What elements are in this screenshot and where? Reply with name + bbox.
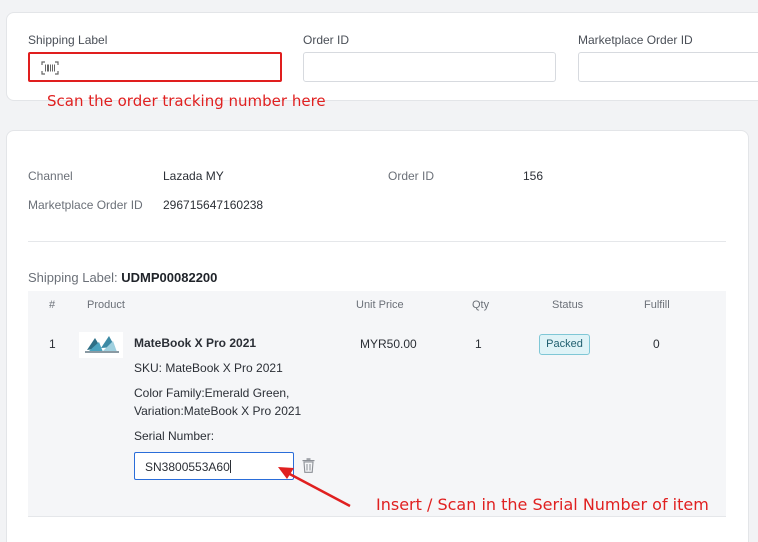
col-header-fulfill: Fulfill: [644, 299, 670, 311]
scan-tracking-annotation: Scan the order tracking number here: [47, 92, 326, 110]
section-divider: [28, 241, 726, 242]
shipping-label-heading: Shipping Label: UDMP00082200: [28, 270, 217, 285]
shipping-label-field-label: Shipping Label: [28, 33, 108, 47]
row-index: 1: [49, 337, 56, 351]
col-header-index: #: [49, 299, 56, 311]
product-name[interactable]: MateBook X Pro 2021: [134, 336, 256, 350]
serial-number-value: SN3800553A60: [145, 460, 230, 474]
marketplace-order-id-value: 296715647160238: [163, 198, 264, 212]
row-fulfill: 0: [653, 337, 660, 351]
product-variant-color: Color Family:Emerald Green,: [134, 386, 290, 400]
row-unit-price: MYR50.00: [360, 337, 417, 351]
text-caret: [229, 460, 231, 473]
order-id-value: 156: [523, 169, 544, 183]
annotation-arrow-icon: [278, 467, 351, 508]
scan-serial-annotation: Insert / Scan in the Serial Number of it…: [376, 495, 709, 514]
col-header-status: Status: [552, 299, 584, 311]
shipping-label-heading-value: UDMP00082200: [121, 270, 218, 285]
channel-label: Channel: [28, 169, 73, 183]
channel-value: Lazada MY: [163, 169, 224, 183]
product-variant-variation: Variation:MateBook X Pro 2021: [134, 404, 302, 418]
marketplace-order-id-label: Marketplace Order ID: [28, 198, 143, 212]
serial-number-label: Serial Number:: [134, 429, 215, 443]
product-thumbnail: [79, 332, 123, 358]
order-id-label: Order ID: [388, 169, 435, 183]
col-header-product: Product: [87, 299, 125, 311]
marketplace-order-id-field-label: Marketplace Order ID: [578, 33, 693, 47]
table-bottom-divider: [28, 516, 726, 517]
col-header-qty: Qty: [472, 299, 490, 311]
col-header-unit-price: Unit Price: [356, 299, 404, 311]
order-id-input[interactable]: [303, 52, 556, 82]
status-badge: Packed: [539, 334, 590, 355]
marketplace-order-id-input[interactable]: [578, 52, 758, 82]
laptop-image-icon: [85, 336, 119, 353]
product-sku: SKU: MateBook X Pro 2021: [134, 361, 283, 375]
shipping-label-input[interactable]: [28, 52, 282, 82]
items-table: [28, 291, 726, 517]
order-id-field-label: Order ID: [303, 33, 350, 47]
shipping-label-heading-prefix: Shipping Label:: [28, 270, 118, 285]
row-qty: 1: [475, 337, 482, 351]
barcode-icon: [41, 61, 59, 75]
